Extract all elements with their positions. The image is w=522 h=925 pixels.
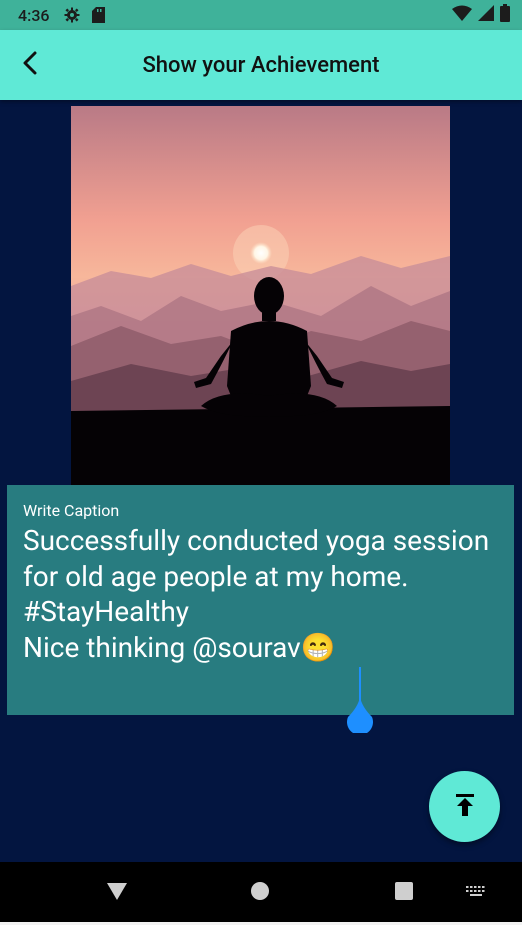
system-nav-bar xyxy=(0,862,522,922)
achievement-photo xyxy=(71,106,450,486)
keyboard-icon[interactable] xyxy=(465,880,487,906)
home-circle-icon[interactable] xyxy=(250,880,270,906)
cursor-handle[interactable] xyxy=(346,697,374,735)
cellular-signal-icon xyxy=(478,5,494,25)
wifi-icon xyxy=(452,5,472,25)
status-bar: 4:36 xyxy=(0,0,522,30)
upload-icon xyxy=(455,793,474,820)
back-button[interactable] xyxy=(12,47,48,83)
recents-square-icon[interactable] xyxy=(393,880,415,906)
arrow-left-icon xyxy=(20,51,40,79)
app-bar: Show your Achievement xyxy=(0,30,522,100)
caption-label: Write Caption xyxy=(23,501,120,520)
gear-icon xyxy=(64,7,80,23)
caption-input[interactable]: Successfully conducted yoga session for … xyxy=(23,523,500,665)
caption-field[interactable]: Write Caption Successfully conducted yog… xyxy=(7,485,514,735)
status-time: 4:36 xyxy=(18,5,50,25)
upload-button[interactable] xyxy=(429,771,500,842)
battery-icon xyxy=(500,4,510,26)
sd-card-icon xyxy=(91,7,105,23)
page-title: Show your Achievement xyxy=(142,52,380,78)
back-triangle-icon[interactable] xyxy=(106,880,128,906)
